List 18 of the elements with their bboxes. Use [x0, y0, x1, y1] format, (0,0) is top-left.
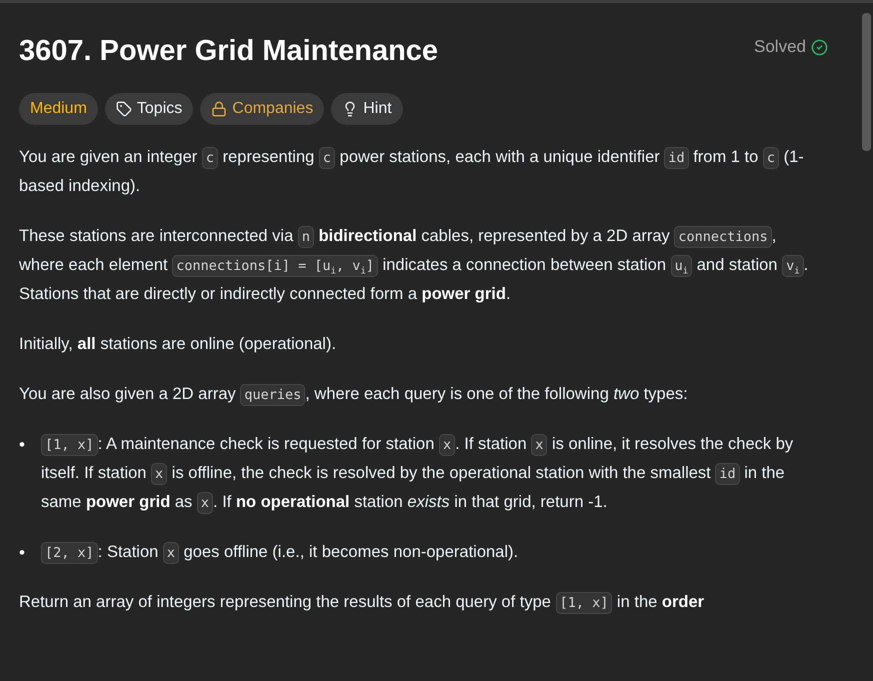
- bullet-marker: •: [19, 542, 26, 564]
- lock-icon: [211, 101, 228, 117]
- status-label: Solved: [754, 37, 806, 57]
- paragraph: These stations are interconnected via n bidirectional cables, represented by a 2D array connections , where each element connections[i] = [u$_{i}$, v$_{i}$] indicates a connection between station u$_{i}$ and station v$_{i}$ . Stations that are directly or indirectly connected form a power grid.: [19, 225, 809, 305]
- tag-icon: [116, 101, 132, 117]
- tag-button[interactable]: Topics: [104, 93, 194, 125]
- problem-title: 3607. Power Grid Maintenance: [19, 34, 438, 69]
- scrollbar-thumb[interactable]: [862, 13, 871, 151]
- tag-button[interactable]: Hint: [331, 93, 403, 125]
- paragraph: Initially, all stations are online (operational).: [19, 334, 338, 355]
- bullet-marker: •: [19, 434, 26, 456]
- difficulty-badge: Medium: [19, 93, 98, 125]
- paragraph: Return an array of integers representing the results of each query of type [1, x] in the order: [19, 588, 809, 617]
- paragraph: You are also given a 2D array queries , where each query is one of the following two types:: [19, 380, 809, 409]
- list-item-text: [2, x] : Station x goes offline (i.e., it becomes non-operational).: [41, 538, 518, 567]
- list-item-text: [1, x] : A maintenance check is requested for station x . If station x is online, it resolves the check by itself. If station x is offline, the check is resolved by the operational station with the smallest id in the same power grid as x . If no operational station exists in that grid, return -1.: [41, 430, 801, 517]
- paragraph: You are given an integer c representing c power stations, each with a unique identifier id from 1 to c (1-based indexing).: [19, 146, 805, 197]
- tag-button[interactable]: Companies: [200, 93, 324, 125]
